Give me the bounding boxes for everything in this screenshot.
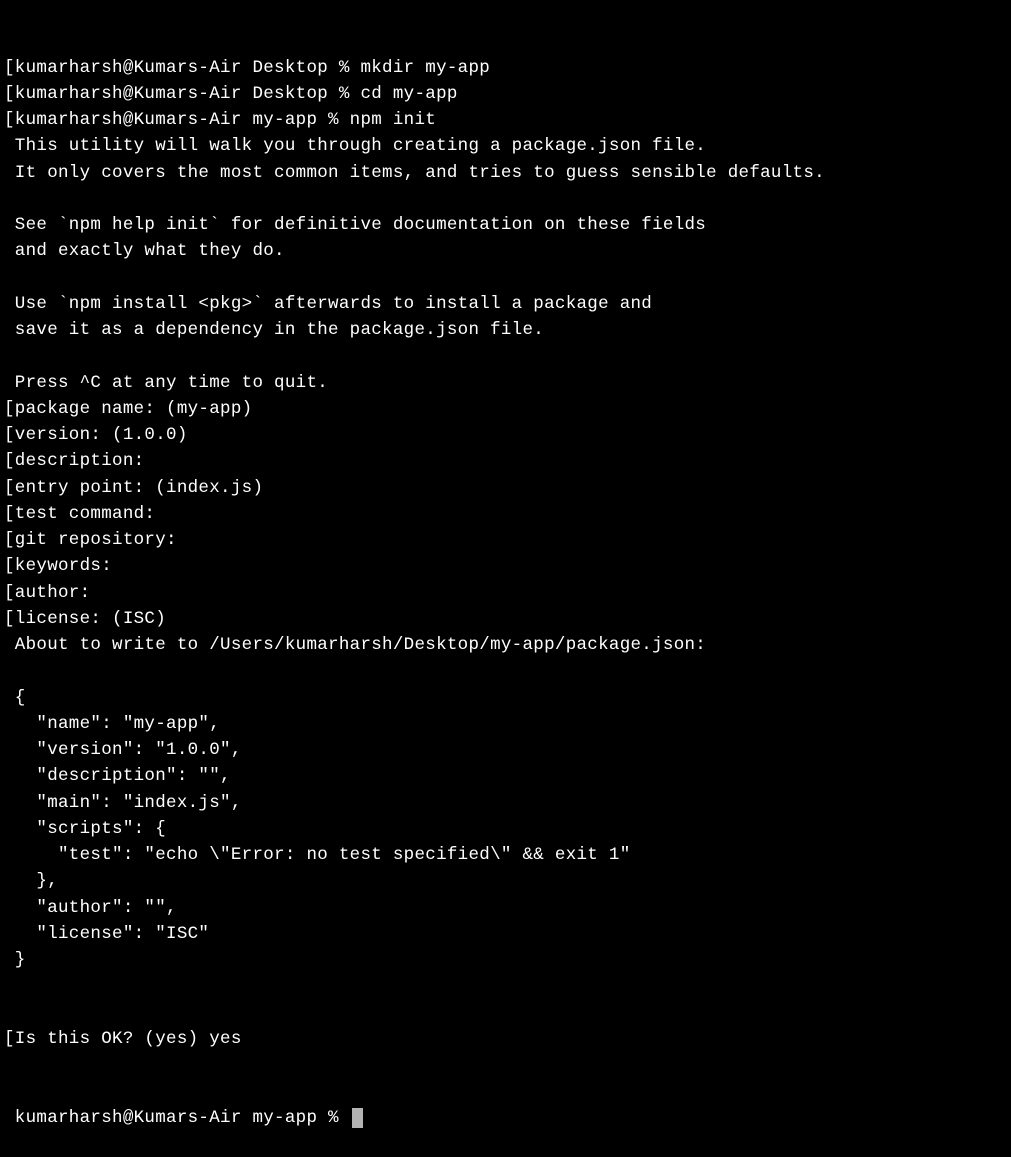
terminal-line: "author": "", (4, 895, 1007, 921)
terminal-line: "license": "ISC" (4, 921, 1007, 947)
cursor-block (352, 1108, 363, 1128)
terminal-line: "description": "", (4, 763, 1007, 789)
terminal-line: "name": "my-app", (4, 711, 1007, 737)
terminal-line: [keywords: (4, 553, 1007, 579)
terminal-line: { (4, 685, 1007, 711)
terminal-prompt-line: kumarharsh@Kumars-Air my-app % (4, 1105, 1007, 1131)
terminal-line: About to write to /Users/kumarharsh/Desk… (4, 632, 1007, 658)
terminal-line: save it as a dependency in the package.j… (4, 317, 1007, 343)
terminal-line: [Is this OK? (yes) yes (4, 1026, 1007, 1052)
terminal-line: [kumarharsh@Kumars-Air Desktop % mkdir m… (4, 55, 1007, 81)
terminal-line: [description: (4, 448, 1007, 474)
terminal-line: Use `npm install <pkg>` afterwards to in… (4, 291, 1007, 317)
terminal-line (4, 973, 1007, 999)
terminal-line: [kumarharsh@Kumars-Air my-app % npm init (4, 107, 1007, 133)
terminal-line: "version": "1.0.0", (4, 737, 1007, 763)
terminal-line: It only covers the most common items, an… (4, 160, 1007, 186)
terminal-output[interactable]: [kumarharsh@Kumars-Air Desktop % mkdir m… (4, 2, 1007, 1157)
terminal-line: "test": "echo \"Error: no test specified… (4, 842, 1007, 868)
terminal-line: } (4, 947, 1007, 973)
terminal-line: [license: (ISC) (4, 606, 1007, 632)
terminal-line: Press ^C at any time to quit. (4, 370, 1007, 396)
terminal-line (4, 343, 1007, 369)
terminal-line: [author: (4, 580, 1007, 606)
terminal-line: [test command: (4, 501, 1007, 527)
terminal-prompt: kumarharsh@Kumars-Air my-app % (4, 1108, 350, 1128)
terminal-line: [kumarharsh@Kumars-Air Desktop % cd my-a… (4, 81, 1007, 107)
terminal-line: "main": "index.js", (4, 790, 1007, 816)
terminal-line: and exactly what they do. (4, 238, 1007, 264)
terminal-line: [git repository: (4, 527, 1007, 553)
terminal-line: [entry point: (index.js) (4, 475, 1007, 501)
terminal-line: }, (4, 868, 1007, 894)
terminal-line (4, 186, 1007, 212)
terminal-line: "scripts": { (4, 816, 1007, 842)
terminal-line: [version: (1.0.0) (4, 422, 1007, 448)
terminal-lines: [kumarharsh@Kumars-Air Desktop % mkdir m… (4, 55, 1007, 1053)
terminal-line: This utility will walk you through creat… (4, 133, 1007, 159)
terminal-line (4, 658, 1007, 684)
terminal-line: See `npm help init` for definitive docum… (4, 212, 1007, 238)
terminal-line: [package name: (my-app) (4, 396, 1007, 422)
terminal-line (4, 265, 1007, 291)
terminal-line (4, 1000, 1007, 1026)
